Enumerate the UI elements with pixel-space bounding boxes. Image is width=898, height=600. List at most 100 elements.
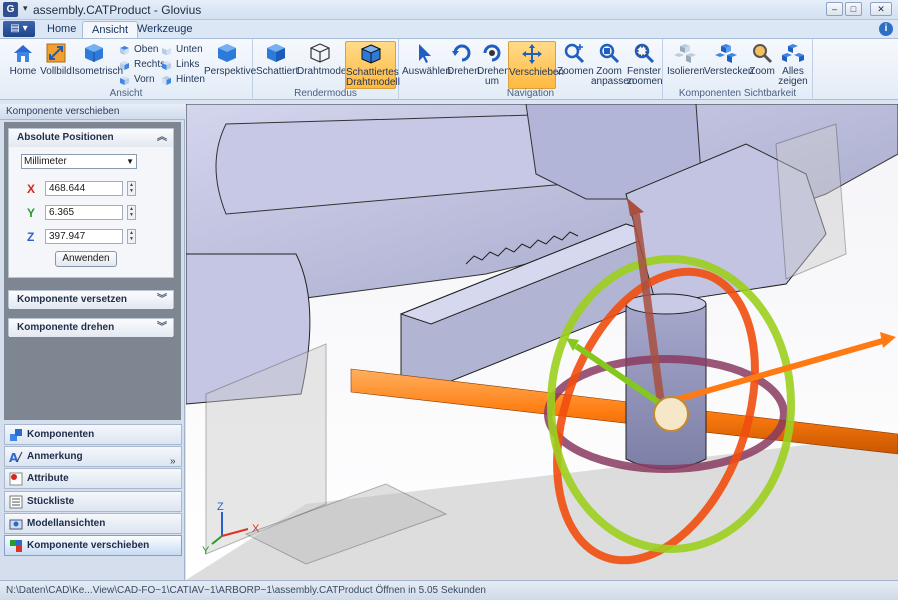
z-label: Z [27, 230, 35, 244]
quick-access-dropdown-icon[interactable]: ▾ [23, 3, 28, 14]
view-bottom-button[interactable]: Unten [161, 43, 203, 58]
zoom-component-label: Zoom [749, 66, 775, 77]
offset-component-section[interactable]: Komponente versetzen ︾ [8, 290, 174, 309]
maximize-button[interactable]: □ [845, 2, 862, 16]
nav-annotation[interactable]: A Anmerkung [4, 446, 182, 467]
close-button[interactable]: ✕ [870, 2, 892, 16]
absolute-positions-header[interactable]: Absolute Positionen ︽ [9, 129, 173, 147]
move-button[interactable]: Verschieben [508, 41, 564, 89]
components-icon [10, 429, 22, 441]
view-left-button[interactable]: Links [161, 58, 199, 73]
select-button[interactable]: Auswählen [402, 41, 451, 89]
group-label-rendermodus: Rendermodus [294, 88, 357, 99]
fullscreen-button[interactable]: Vollbild [40, 41, 72, 89]
left-view-icon [162, 61, 171, 70]
zoom-magnifier-icon [564, 43, 585, 64]
fullscreen-label: Vollbild [40, 66, 72, 77]
x-label: X [27, 182, 36, 196]
back-view-icon [162, 76, 171, 85]
tab-werkzeuge[interactable]: Werkzeuge [128, 21, 201, 39]
zoom-fit-icon [599, 43, 620, 64]
zoom-fit-button[interactable]: Zoom anpassen [591, 41, 634, 89]
triad-z-label: Z [217, 501, 224, 513]
home-view-label: Home [9, 66, 37, 77]
view-top-button[interactable]: Oben [119, 43, 158, 58]
isolate-label: Isolieren [667, 66, 705, 77]
wireframe-label: Drahtmodell [297, 66, 351, 77]
isolate-button[interactable]: Isolieren [667, 41, 705, 89]
view-left-label: Links [176, 59, 200, 70]
glass-plate-3[interactable] [775, 123, 847, 280]
view-back-button[interactable]: Hinten [161, 73, 205, 88]
view-right-button[interactable]: Rechts [119, 58, 165, 73]
collapse-chevron-icon[interactable]: ︽ [157, 129, 167, 147]
z-input[interactable]: 397.947 [45, 229, 123, 244]
absolute-positions-section: Absolute Positionen ︽ Millimeter ▼ X 468… [8, 128, 174, 278]
z-spinner[interactable]: ▲ ▼ [127, 229, 136, 244]
isometric-button[interactable]: Isometrisch [72, 41, 123, 89]
group-label-ansicht: Ansicht [109, 88, 143, 99]
nav-model-views[interactable]: Modellansichten [4, 513, 182, 534]
shaded-button[interactable]: Schattiert [256, 41, 299, 89]
offset-component-header[interactable]: Komponente versetzen ︾ [9, 291, 173, 309]
view-front-label: Vorn [134, 74, 155, 85]
fullscreen-icon [46, 43, 66, 63]
group-label-navigation: Navigation [506, 88, 555, 99]
y-input[interactable]: 6.365 [45, 205, 123, 220]
nav-components[interactable]: Komponenten [4, 424, 182, 445]
app-logo-icon[interactable]: G [3, 2, 18, 17]
nav-move-component-label: Komponente verschieben [27, 540, 150, 551]
rotate-component-header[interactable]: Komponente drehen ︾ [9, 319, 173, 337]
zoom-button[interactable]: Zoomen [557, 41, 594, 89]
zoom-component-button[interactable]: Zoom [749, 41, 775, 89]
hide-button[interactable]: Verstecken [704, 41, 753, 89]
wireframe-cube-icon [310, 43, 330, 63]
home-view-button[interactable]: Home [6, 41, 40, 89]
gizmo-center-handle[interactable] [653, 396, 689, 432]
nav-more-chevron-icon[interactable]: » [170, 456, 176, 467]
tab-home[interactable]: Home [38, 21, 85, 39]
view-front-button[interactable]: Vorn [119, 73, 155, 88]
apply-button[interactable]: Anwenden [55, 251, 117, 267]
nav-move-component[interactable]: Komponente verschieben [4, 535, 182, 556]
nav-attributes-label: Attribute [27, 473, 69, 484]
offset-component-title: Komponente versetzen [17, 294, 128, 305]
unit-select-value: Millimeter [24, 156, 67, 167]
show-all-label-2: zeigen [778, 76, 808, 87]
rotate-about-label-2: um [485, 76, 499, 87]
shaded-label: Schattiert [256, 66, 299, 77]
hide-label: Verstecken [704, 66, 754, 77]
perspective-button[interactable]: Perspektive [204, 41, 256, 89]
absolute-positions-title: Absolute Positionen [17, 132, 114, 143]
perspective-label: Perspektive [204, 66, 257, 77]
hide-cubes-icon [715, 44, 737, 63]
expand-chevron-icon[interactable]: ︾ [157, 319, 167, 337]
dropdown-arrow-icon: ▼ [126, 157, 134, 166]
rotate-about-button[interactable]: Drehen um [477, 41, 510, 89]
iso-cube-icon [85, 44, 103, 62]
wireframe-button[interactable]: Drahtmodell [297, 41, 351, 89]
y-spinner[interactable]: ▲ ▼ [127, 205, 136, 220]
zoom-window-icon [634, 43, 655, 64]
nav-bom[interactable]: Stückliste [4, 491, 182, 512]
shaded-cube-icon [267, 44, 285, 62]
show-all-button[interactable]: Alles zeigen [776, 41, 810, 89]
ribbon-group-ansicht: Home Vollbild Isometrisch Oben Rechts Vo… [0, 39, 256, 100]
shaded-wireframe-button[interactable]: Schattiertes Drahtmodell [345, 41, 400, 89]
rotate-component-section[interactable]: Komponente drehen ︾ [8, 318, 174, 337]
front-view-icon [120, 76, 129, 85]
rotate-button[interactable]: Drehen [447, 41, 480, 89]
bottom-view-icon [162, 48, 171, 55]
unit-select[interactable]: Millimeter ▼ [21, 154, 137, 169]
model-scene[interactable]: Z X Y [186, 104, 898, 580]
x-input[interactable]: 468.644 [45, 181, 123, 196]
minimize-button[interactable]: – [826, 2, 843, 16]
zoom-window-button[interactable]: Fenster zoomen [627, 41, 663, 89]
rotate-label: Drehen [447, 66, 480, 77]
3d-viewport[interactable]: Z X Y [186, 104, 898, 580]
x-spinner[interactable]: ▲ ▼ [127, 181, 136, 196]
nav-attributes[interactable]: Attribute [4, 468, 182, 489]
expand-chevron-icon[interactable]: ︾ [157, 291, 167, 309]
app-menu-button[interactable]: ▤ ▾ [3, 21, 35, 37]
help-icon[interactable]: i [879, 22, 893, 36]
